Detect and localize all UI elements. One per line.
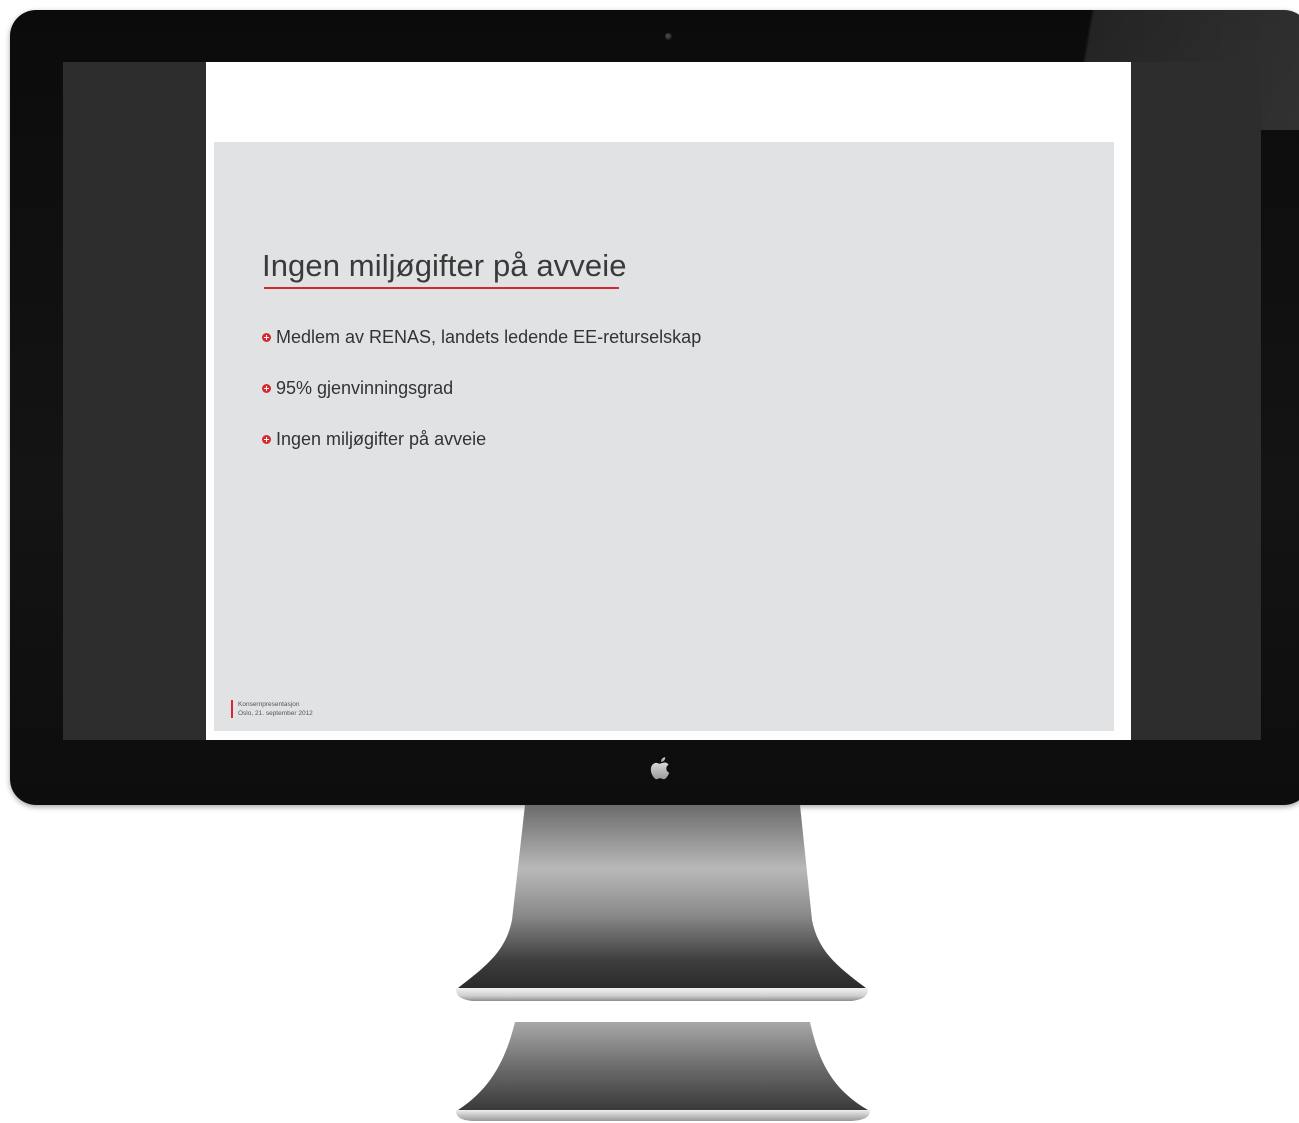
monitor-mockup: Ingen miljøgifter på avveie Medlem av RE… — [0, 0, 1299, 1123]
bullet-item: Medlem av RENAS, landets ledende EE-retu… — [262, 323, 701, 351]
slide-footer: Konsernpresentasjon Oslo, 21. september … — [231, 700, 313, 718]
bullet-item: 95% gjenvinningsgrad — [262, 374, 701, 402]
monitor-stand-reflection — [456, 1022, 870, 1121]
title-underline — [264, 287, 619, 289]
presentation-slide: Ingen miljøgifter på avveie Medlem av RE… — [214, 142, 1114, 731]
bullet-item: Ingen miljøgifter på avveie — [262, 425, 701, 453]
camera-icon — [665, 33, 672, 40]
red-plus-circle-icon — [262, 383, 271, 393]
slide-title: Ingen miljøgifter på avveie — [262, 248, 627, 283]
red-plus-circle-icon — [262, 434, 271, 444]
bullet-text: Ingen miljøgifter på avveie — [276, 428, 487, 449]
footer-presentation-name: Konsernpresentasjon — [238, 701, 300, 708]
footer-date: Oslo, 21. september 2012 — [238, 710, 313, 717]
apple-logo-icon — [650, 757, 670, 780]
red-plus-circle-icon — [262, 332, 271, 342]
bullet-list: Medlem av RENAS, landets ledende EE-retu… — [262, 323, 701, 476]
bullet-text: Medlem av RENAS, landets ledende EE-retu… — [276, 326, 702, 347]
bullet-text: 95% gjenvinningsgrad — [276, 377, 454, 398]
monitor-stand — [456, 805, 868, 1001]
